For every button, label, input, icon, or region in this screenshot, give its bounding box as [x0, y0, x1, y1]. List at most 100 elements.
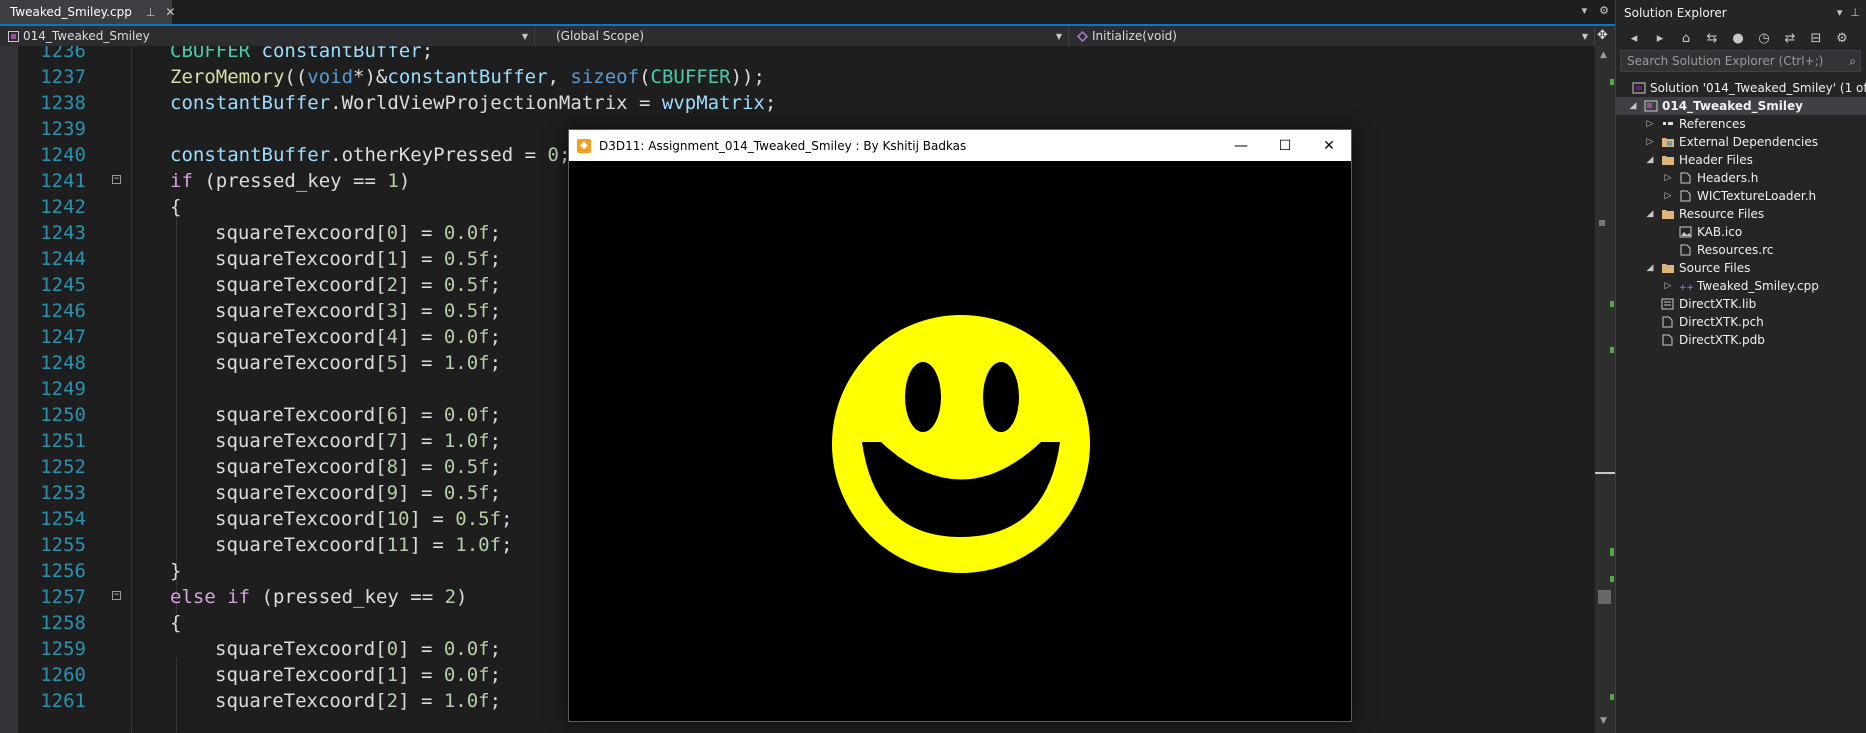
tab-tweaked-smiley-cpp[interactable]: Tweaked_Smiley.cpp ⊥ ✕ — [0, 0, 175, 24]
tree-item-label: Header Files — [1679, 153, 1753, 167]
pin-icon[interactable]: ⊥ — [146, 6, 156, 19]
expand-twisty-icon[interactable]: ▷ — [1663, 191, 1673, 201]
tree-item[interactable]: DirectXTK.pdb — [1616, 331, 1866, 349]
show-all-files-icon[interactable]: ● — [1728, 31, 1748, 46]
expand-twisty-icon[interactable]: ◢ — [1645, 263, 1655, 273]
pin-icon[interactable]: ⊥ — [1850, 6, 1860, 19]
code-line[interactable]: 1238 constantBuffer.WorldViewProjectionMa… — [0, 90, 1595, 116]
line-number: 1244 — [40, 248, 86, 270]
line-number: 1248 — [40, 352, 86, 374]
references-icon — [1661, 118, 1675, 130]
code-token: 1 — [387, 170, 399, 192]
tab-list-dropdown-icon[interactable]: ▾ — [1582, 4, 1588, 17]
collapse-all-icon[interactable]: ⊟ — [1806, 31, 1826, 46]
expand-twisty-icon[interactable]: ▷ — [1645, 137, 1655, 147]
scroll-down-icon[interactable]: ▼ — [1600, 716, 1607, 726]
code-line[interactable]: 1237 ZeroMemory((void*)&constantBuffer, s… — [0, 64, 1595, 90]
line-number: 1245 — [40, 274, 86, 296]
tree-item[interactable]: ▷ Headers.h — [1616, 169, 1866, 187]
tree-item[interactable]: KAB.ico — [1616, 223, 1866, 241]
change-marker — [1610, 548, 1614, 556]
line-number: 1253 — [40, 482, 86, 504]
change-marker — [1610, 694, 1614, 700]
code-token: 8 — [386, 456, 399, 478]
panel-dropdown-icon[interactable]: ▾ — [1837, 6, 1843, 19]
tree-item[interactable]: ▷ WICTextureLoader.h — [1616, 187, 1866, 205]
scope-combo[interactable]: (Global Scope) ▼ — [535, 26, 1069, 46]
code-token: squareTexcoord — [215, 222, 376, 244]
expand-twisty-icon[interactable]: ◢ — [1645, 209, 1655, 219]
code-text: squareTexcoord[1] = 0.0f; — [215, 664, 502, 686]
tree-item[interactable]: ◢ Source Files — [1616, 259, 1866, 277]
close-tab-icon[interactable]: ✕ — [165, 5, 175, 19]
code-token: 0.5f — [443, 482, 490, 504]
collapse-region-icon[interactable]: − — [112, 175, 121, 184]
close-button[interactable]: ✕ — [1307, 130, 1351, 161]
scrollbar-thumb[interactable] — [1598, 590, 1611, 604]
code-line[interactable]: 1236 CBUFFER constantBuffer; — [0, 46, 1595, 64]
code-token: squareTexcoord — [215, 248, 376, 270]
lib-file-icon — [1661, 298, 1675, 310]
navigation-bar: 014_Tweaked_Smiley ▼ (Global Scope) ▼ In… — [0, 26, 1615, 46]
forward-icon[interactable]: ▸ — [1650, 31, 1670, 46]
tree-item[interactable]: ◢ Header Files — [1616, 151, 1866, 169]
tree-item-label: Source Files — [1679, 261, 1751, 275]
member-combo[interactable]: Initialize(void) ▼ — [1069, 26, 1595, 46]
tree-item[interactable]: ▷ ++ Tweaked_Smiley.cpp — [1616, 277, 1866, 295]
editor-tab-bar: Tweaked_Smiley.cpp ⊥ ✕ ▾ ⚙ — [0, 0, 1615, 26]
code-text: if (pressed_key == 1) — [170, 168, 410, 194]
line-number: 1249 — [40, 378, 86, 400]
settings-gear-icon[interactable]: ⚙ — [1599, 4, 1609, 17]
solution-node[interactable]: Solution '014_Tweaked_Smiley' (1 of 1 pr — [1616, 79, 1866, 97]
file-icon — [1661, 334, 1675, 346]
line-number: 1241 — [40, 170, 86, 192]
tree-item[interactable]: ◢ Resource Files — [1616, 205, 1866, 223]
tree-item[interactable]: Resources.rc — [1616, 241, 1866, 259]
tree-item[interactable]: DirectXTK.pch — [1616, 313, 1866, 331]
d3d11-app-window[interactable]: ◆ D3D11: Assignment_014_Tweaked_Smiley :… — [568, 129, 1352, 722]
code-text: squareTexcoord[4] = 0.0f; — [215, 326, 502, 348]
line-number: 1250 — [40, 404, 86, 426]
tree-item[interactable]: DirectXTK.lib — [1616, 295, 1866, 313]
smiley-face-render — [832, 315, 1090, 573]
sync-icon[interactable]: ⇄ — [1780, 31, 1800, 46]
code-token: 0.0f — [443, 664, 490, 686]
home-icon[interactable]: ⌂ — [1676, 31, 1696, 46]
scroll-up-icon[interactable]: ▲ — [1600, 50, 1607, 60]
collapse-region-icon[interactable]: − — [112, 591, 121, 600]
marker — [1599, 220, 1605, 226]
line-number: 1254 — [40, 508, 86, 530]
editor-vertical-scrollbar[interactable]: ▲ ▼ — [1595, 46, 1615, 733]
collapse-twisty-icon[interactable]: ◢ — [1628, 101, 1638, 111]
tree-item[interactable]: ▷ References — [1616, 115, 1866, 133]
project-node[interactable]: ◢ 014_Tweaked_Smiley — [1616, 97, 1866, 115]
code-token: ( — [639, 66, 651, 88]
line-number: 1261 — [40, 690, 86, 712]
properties-icon[interactable]: ⚙ — [1832, 31, 1852, 46]
back-icon[interactable]: ◂ — [1624, 31, 1644, 46]
window-titlebar[interactable]: ◆ D3D11: Assignment_014_Tweaked_Smiley :… — [569, 130, 1351, 161]
code-token: squareTexcoord — [215, 326, 376, 348]
expand-twisty-icon[interactable]: ▷ — [1645, 119, 1655, 129]
split-editor-icon[interactable]: ✥ — [1597, 28, 1608, 43]
project-combo[interactable]: 014_Tweaked_Smiley ▼ — [0, 26, 535, 46]
maximize-button[interactable]: ☐ — [1263, 130, 1307, 161]
render-canvas[interactable] — [569, 161, 1351, 721]
code-token: if — [227, 586, 251, 608]
code-token: 0.5f — [455, 508, 502, 530]
line-number: 1247 — [40, 326, 86, 348]
change-marker — [1610, 347, 1614, 353]
expand-twisty-icon[interactable]: ◢ — [1645, 155, 1655, 165]
file-icon — [1661, 316, 1675, 328]
minimize-button[interactable]: — — [1219, 130, 1263, 161]
switch-views-icon[interactable]: ⇆ — [1702, 31, 1722, 46]
expand-twisty-icon[interactable]: ▷ — [1663, 281, 1673, 291]
project-icon — [1644, 100, 1658, 112]
code-token: 4 — [386, 326, 399, 348]
code-token: if — [170, 170, 193, 192]
tree-item[interactable]: ▷ External Dependencies — [1616, 133, 1866, 151]
expand-twisty-icon[interactable]: ▷ — [1663, 173, 1673, 183]
code-token: 0.0f — [443, 222, 490, 244]
solution-search-input[interactable]: Search Solution Explorer (Ctrl+;) ⌕ — [1620, 50, 1861, 72]
pending-changes-icon[interactable]: ◷ — [1754, 31, 1774, 46]
